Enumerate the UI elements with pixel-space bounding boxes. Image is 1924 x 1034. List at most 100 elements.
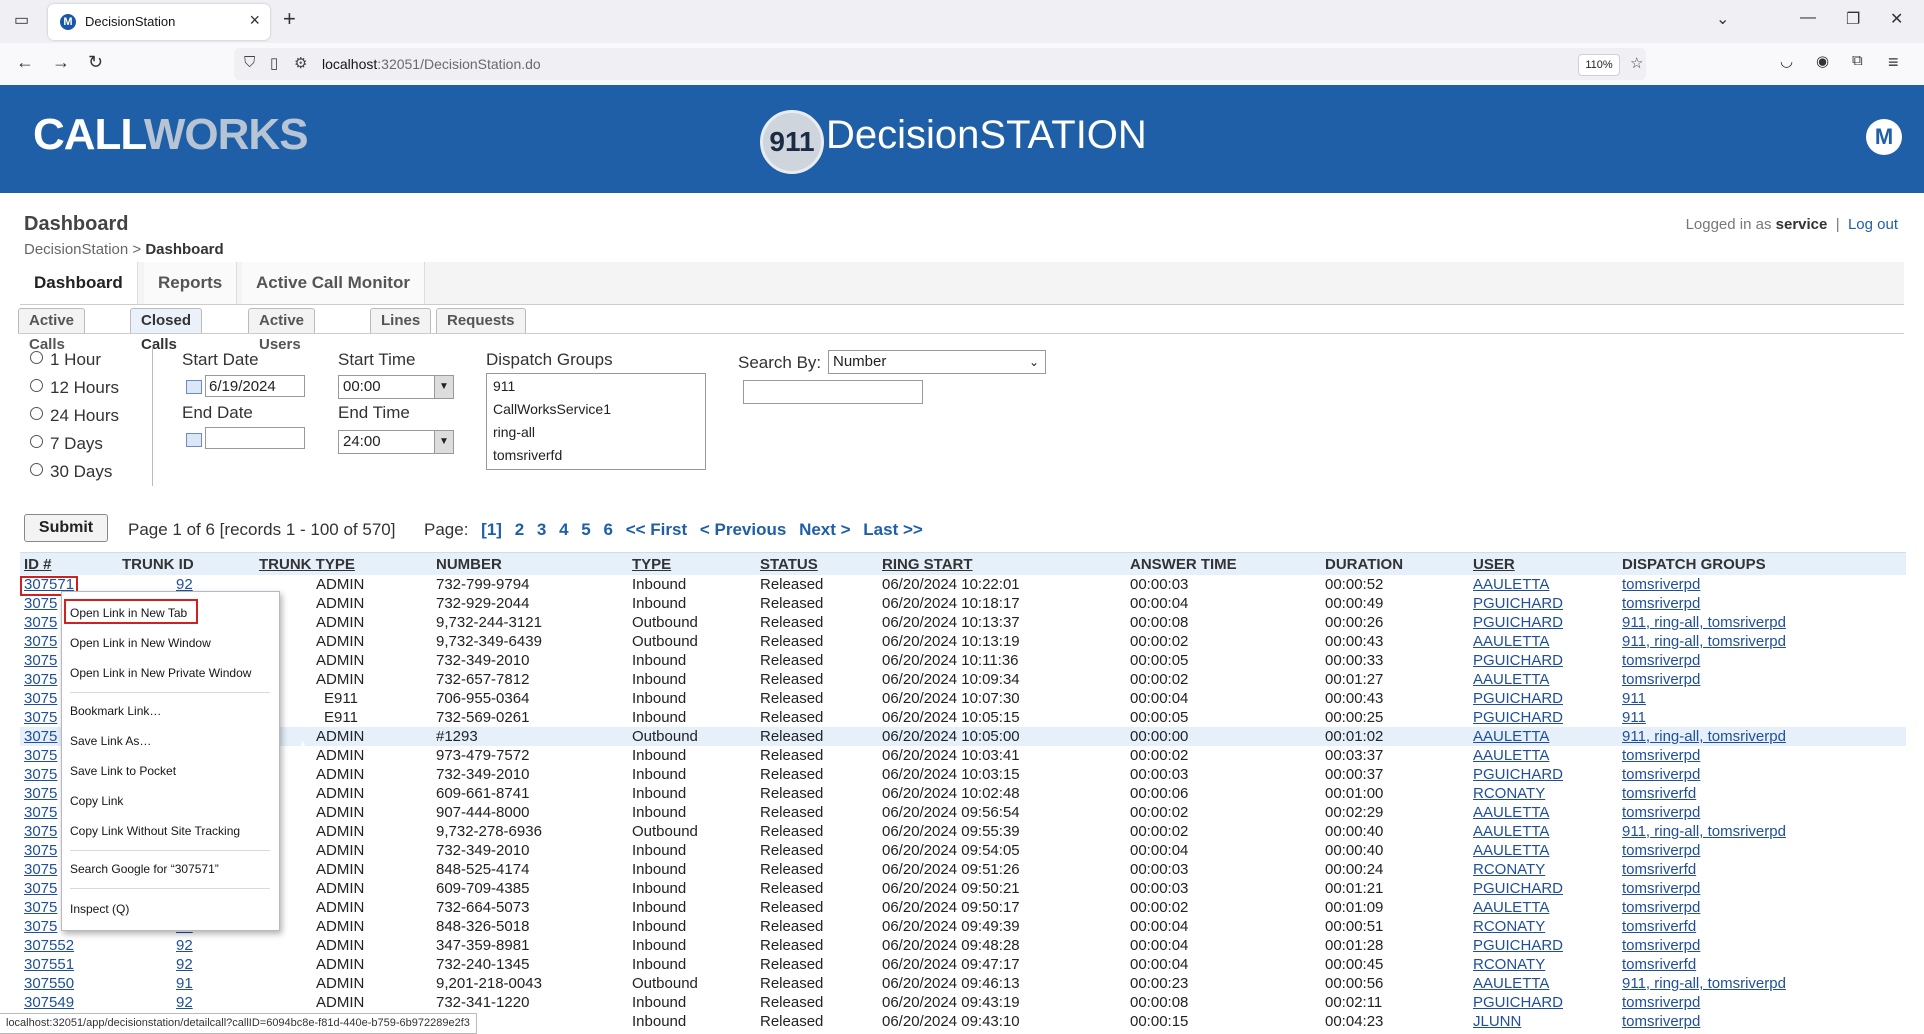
cell-dispatch-groups[interactable]: tomsriverpd bbox=[1622, 842, 1700, 859]
cell-dispatch-groups[interactable]: 911, ring-all, tomsriverpd bbox=[1622, 614, 1786, 631]
range-radio-7d[interactable]: 7 Days bbox=[30, 434, 103, 454]
bookmark-star-icon[interactable]: ☆ bbox=[1630, 54, 1643, 72]
cell-user[interactable]: RCONATY bbox=[1473, 785, 1545, 802]
cell-dispatch-groups[interactable]: tomsriverpd bbox=[1622, 747, 1700, 764]
cell-dispatch-groups[interactable]: 911 bbox=[1622, 709, 1646, 726]
menu-search-google[interactable]: Search Google for “307571” bbox=[70, 862, 219, 876]
cell-id[interactable]: 3075 bbox=[24, 633, 57, 650]
cell-id[interactable]: 3075 bbox=[24, 671, 57, 688]
dropdown-arrow-icon[interactable]: ▼ bbox=[434, 431, 453, 453]
cell-dispatch-groups[interactable]: tomsriverpd bbox=[1622, 899, 1700, 916]
subtab-lines[interactable]: Lines bbox=[370, 308, 432, 333]
cell-dispatch-groups[interactable]: tomsriverpd bbox=[1622, 994, 1700, 1011]
menu-open-private-window[interactable]: Open Link in New Private Window bbox=[70, 666, 251, 680]
breadcrumb-root[interactable]: DecisionStation > bbox=[24, 241, 141, 258]
cell-dispatch-groups[interactable]: 911, ring-all, tomsriverpd bbox=[1622, 728, 1786, 745]
range-radio-1h[interactable]: 1 Hour bbox=[30, 350, 101, 370]
subtab-active-calls[interactable]: Active Calls bbox=[18, 308, 86, 353]
calendar-icon[interactable] bbox=[186, 380, 202, 394]
new-tab-icon[interactable]: + bbox=[283, 6, 296, 32]
list-item[interactable]: tomsriverfd bbox=[487, 443, 705, 466]
permissions-icon[interactable]: ⚙ bbox=[294, 54, 307, 72]
cell-trunk-id[interactable]: 92 bbox=[176, 994, 193, 1011]
cell-dispatch-groups[interactable]: 911, ring-all, tomsriverpd bbox=[1622, 823, 1786, 840]
tab-active-call-monitor[interactable]: Active Call Monitor bbox=[242, 262, 425, 304]
cell-trunk-id[interactable]: 92 bbox=[176, 937, 193, 954]
zoom-level[interactable]: 110% bbox=[1578, 54, 1620, 76]
cell-id[interactable]: 3075 bbox=[24, 823, 57, 840]
cell-user[interactable]: RCONATY bbox=[1473, 918, 1545, 935]
start-time-select[interactable]: 00:00 ▼ bbox=[338, 375, 454, 399]
cell-dispatch-groups[interactable]: tomsriverpd bbox=[1622, 652, 1700, 669]
subtab-active-users[interactable]: Active Users bbox=[248, 308, 316, 353]
cell-id[interactable]: 3075 bbox=[24, 918, 57, 935]
cell-id[interactable]: 3075 bbox=[24, 804, 57, 821]
cell-dispatch-groups[interactable]: tomsriverfd bbox=[1622, 785, 1696, 802]
end-date-input[interactable] bbox=[205, 427, 305, 449]
extensions-icon[interactable]: ⧉ bbox=[1852, 52, 1863, 69]
cell-dispatch-groups[interactable]: 911, ring-all, tomsriverpd bbox=[1622, 633, 1786, 650]
list-all-tabs-icon[interactable]: ⌄ bbox=[1716, 9, 1729, 29]
cell-id[interactable]: 3075 bbox=[24, 899, 57, 916]
cell-dispatch-groups[interactable]: 911 bbox=[1622, 690, 1646, 707]
url-bar[interactable]: ⛉ ▯ ⚙ localhost:32051/DecisionStation.do… bbox=[234, 48, 1646, 80]
cell-id[interactable]: 307550 bbox=[24, 975, 74, 992]
start-date-input[interactable]: 6/19/2024 bbox=[205, 375, 305, 397]
menu-save-link-as[interactable]: Save Link As… bbox=[70, 734, 151, 748]
cell-dispatch-groups[interactable]: tomsriverpd bbox=[1622, 937, 1700, 954]
shield-icon[interactable]: ⛉ bbox=[244, 54, 255, 71]
subtab-closed-calls[interactable]: Closed Calls bbox=[130, 308, 203, 353]
col-ring-start[interactable]: RING START bbox=[882, 556, 973, 573]
cell-dispatch-groups[interactable]: tomsriverpd bbox=[1622, 804, 1700, 821]
tab-dashboard[interactable]: Dashboard bbox=[20, 262, 138, 304]
cell-user[interactable]: PGUICHARD bbox=[1473, 880, 1563, 897]
cell-trunk-id[interactable]: 92 bbox=[176, 956, 193, 973]
cell-dispatch-groups[interactable]: tomsriverpd bbox=[1622, 595, 1700, 612]
cell-user[interactable]: PGUICHARD bbox=[1473, 652, 1563, 669]
cell-id[interactable]: 3075 bbox=[24, 842, 57, 859]
previous-page-link[interactable]: < Previous bbox=[700, 520, 786, 539]
cell-user[interactable]: PGUICHARD bbox=[1473, 709, 1563, 726]
cell-id[interactable]: 307549 bbox=[24, 994, 74, 1011]
range-radio-30d[interactable]: 30 Days bbox=[30, 462, 112, 482]
cell-user[interactable]: PGUICHARD bbox=[1473, 994, 1563, 1011]
cell-user[interactable]: AAULETTA bbox=[1473, 576, 1549, 593]
back-icon[interactable]: ← bbox=[16, 52, 34, 73]
menu-inspect[interactable]: Inspect (Q) bbox=[70, 902, 129, 916]
forward-icon[interactable]: → bbox=[52, 52, 70, 73]
search-input[interactable] bbox=[743, 380, 923, 404]
cell-user[interactable]: PGUICHARD bbox=[1473, 690, 1563, 707]
cell-id[interactable]: 3075 bbox=[24, 747, 57, 764]
account-icon[interactable]: ◉ bbox=[1816, 52, 1829, 70]
cell-user[interactable]: AAULETTA bbox=[1473, 747, 1549, 764]
last-page-link[interactable]: Last >> bbox=[863, 520, 923, 539]
cell-id[interactable]: 3075 bbox=[24, 709, 57, 726]
col-id[interactable]: ID # bbox=[24, 556, 52, 573]
minimize-icon[interactable]: — bbox=[1800, 9, 1816, 27]
cell-user[interactable]: JLUNN bbox=[1473, 1013, 1521, 1030]
col-type[interactable]: TYPE bbox=[632, 556, 671, 573]
search-by-select[interactable]: Number ⌄ bbox=[828, 350, 1046, 374]
page-link-1[interactable]: [1] bbox=[481, 520, 502, 539]
cell-user[interactable]: AAULETTA bbox=[1473, 633, 1549, 650]
page-link-6[interactable]: 6 bbox=[604, 520, 613, 539]
page-link-2[interactable]: 2 bbox=[515, 520, 524, 539]
menu-bookmark-link[interactable]: Bookmark Link… bbox=[70, 704, 161, 718]
cell-dispatch-groups[interactable]: tomsriverpd bbox=[1622, 880, 1700, 897]
col-user[interactable]: USER bbox=[1473, 556, 1515, 573]
cell-user[interactable]: RCONATY bbox=[1473, 956, 1545, 973]
cell-user[interactable]: AAULETTA bbox=[1473, 975, 1549, 992]
col-trunk-type[interactable]: TRUNK TYPE bbox=[259, 556, 355, 573]
cell-user[interactable]: AAULETTA bbox=[1473, 842, 1549, 859]
menu-open-new-window[interactable]: Open Link in New Window bbox=[70, 636, 211, 650]
page-icon[interactable]: ▯ bbox=[270, 54, 278, 72]
page-link-5[interactable]: 5 bbox=[581, 520, 590, 539]
menu-save-to-pocket[interactable]: Save Link to Pocket bbox=[70, 764, 176, 778]
range-radio-24h[interactable]: 24 Hours bbox=[30, 406, 119, 426]
cell-id[interactable]: 3075 bbox=[24, 690, 57, 707]
app-menu-icon[interactable]: ≡ bbox=[1888, 52, 1899, 73]
cell-dispatch-groups[interactable]: tomsriverpd bbox=[1622, 671, 1700, 688]
calendar-icon[interactable] bbox=[186, 433, 202, 447]
cell-id[interactable]: 3075 bbox=[24, 595, 57, 612]
list-item[interactable]: ring-all bbox=[487, 420, 705, 443]
